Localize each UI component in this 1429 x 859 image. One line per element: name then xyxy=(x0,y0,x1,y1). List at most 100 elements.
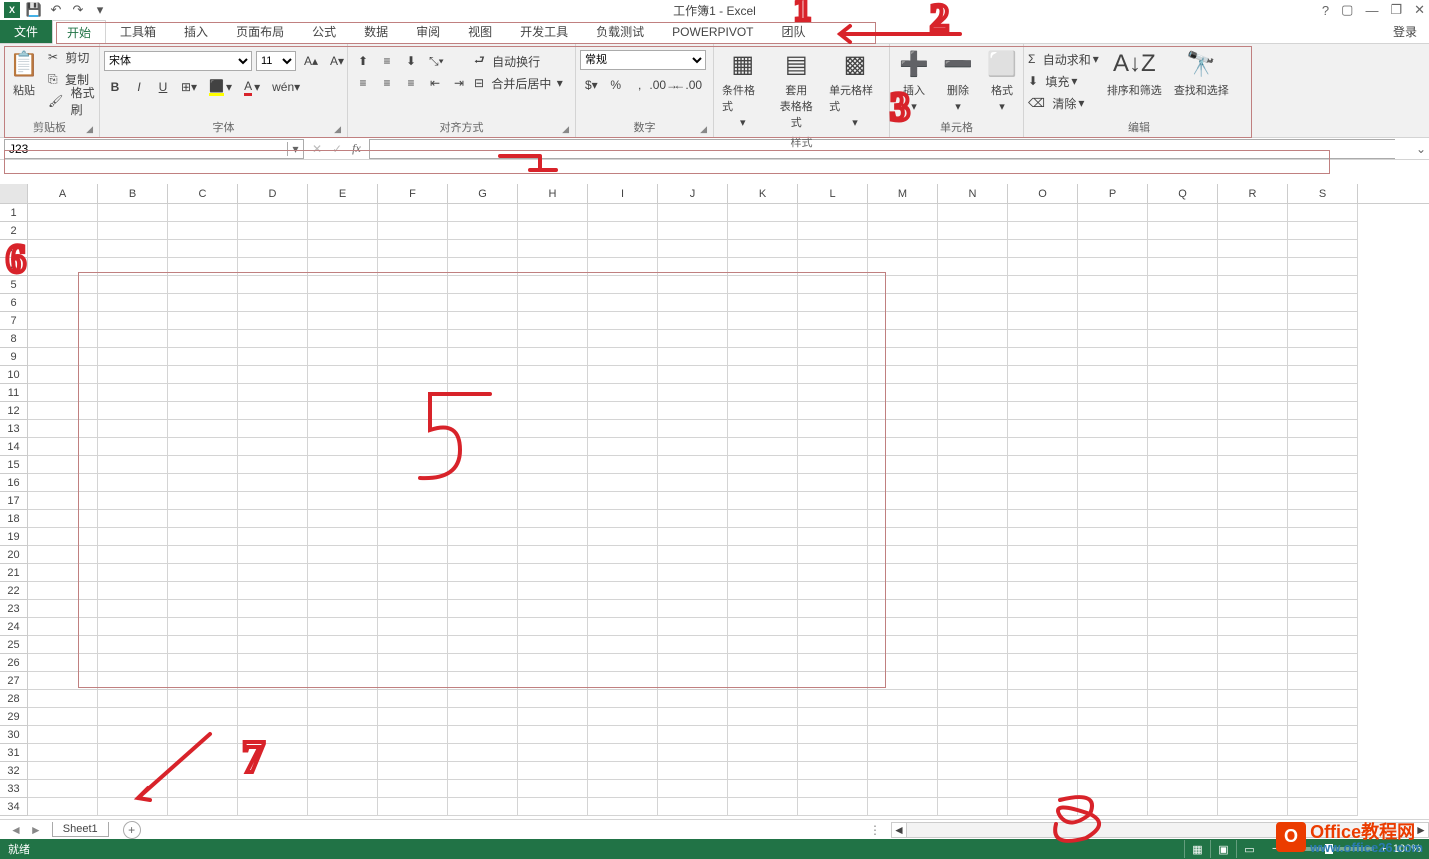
column-header-S[interactable]: S xyxy=(1288,184,1358,203)
cell-B1[interactable] xyxy=(98,204,168,222)
row-header-17[interactable]: 17 xyxy=(0,492,28,510)
cell-R14[interactable] xyxy=(1218,438,1288,456)
cell-A32[interactable] xyxy=(28,762,98,780)
cell-O32[interactable] xyxy=(1008,762,1078,780)
column-header-D[interactable]: D xyxy=(238,184,308,203)
cell-Q31[interactable] xyxy=(1148,744,1218,762)
row-header-31[interactable]: 31 xyxy=(0,744,28,762)
cell-S33[interactable] xyxy=(1288,780,1358,798)
cell-O14[interactable] xyxy=(1008,438,1078,456)
cell-J28[interactable] xyxy=(658,690,728,708)
cell-Q25[interactable] xyxy=(1148,636,1218,654)
cell-I2[interactable] xyxy=(588,222,658,240)
cell-P1[interactable] xyxy=(1078,204,1148,222)
cell-R28[interactable] xyxy=(1218,690,1288,708)
cell-L33[interactable] xyxy=(798,780,868,798)
cell-A1[interactable] xyxy=(28,204,98,222)
cell-P20[interactable] xyxy=(1078,546,1148,564)
cell-H1[interactable] xyxy=(518,204,588,222)
row-header-12[interactable]: 12 xyxy=(0,402,28,420)
cell-D34[interactable] xyxy=(238,798,308,816)
cell-E33[interactable] xyxy=(308,780,378,798)
cell-P21[interactable] xyxy=(1078,564,1148,582)
cell-N10[interactable] xyxy=(938,366,1008,384)
cell-F30[interactable] xyxy=(378,726,448,744)
new-sheet-button[interactable]: + xyxy=(123,821,141,839)
cell-P22[interactable] xyxy=(1078,582,1148,600)
cell-C34[interactable] xyxy=(168,798,238,816)
cell-N12[interactable] xyxy=(938,402,1008,420)
expand-formula-bar[interactable]: ⌄ xyxy=(1413,142,1429,156)
row-header-6[interactable]: 6 xyxy=(0,294,28,312)
cell-E3[interactable] xyxy=(308,240,378,258)
cell-R25[interactable] xyxy=(1218,636,1288,654)
cell-F28[interactable] xyxy=(378,690,448,708)
cell-M33[interactable] xyxy=(868,780,938,798)
cell-O16[interactable] xyxy=(1008,474,1078,492)
cell-P7[interactable] xyxy=(1078,312,1148,330)
cell-S19[interactable] xyxy=(1288,528,1358,546)
minimize-button[interactable]: — xyxy=(1365,3,1378,18)
cell-R17[interactable] xyxy=(1218,492,1288,510)
cell-P27[interactable] xyxy=(1078,672,1148,690)
cell-B34[interactable] xyxy=(98,798,168,816)
row-header-32[interactable]: 32 xyxy=(0,762,28,780)
cell-R15[interactable] xyxy=(1218,456,1288,474)
row-header-7[interactable]: 7 xyxy=(0,312,28,330)
cell-F29[interactable] xyxy=(378,708,448,726)
cell-C31[interactable] xyxy=(168,744,238,762)
cell-L28[interactable] xyxy=(798,690,868,708)
row-header-5[interactable]: 5 xyxy=(0,276,28,294)
cell-A2[interactable] xyxy=(28,222,98,240)
column-header-E[interactable]: E xyxy=(308,184,378,203)
cell-N4[interactable] xyxy=(938,258,1008,276)
qat-save[interactable]: 💾 xyxy=(26,2,42,18)
cell-I33[interactable] xyxy=(588,780,658,798)
cell-N21[interactable] xyxy=(938,564,1008,582)
row-header-30[interactable]: 30 xyxy=(0,726,28,744)
row-header-21[interactable]: 21 xyxy=(0,564,28,582)
cell-Q3[interactable] xyxy=(1148,240,1218,258)
cell-N26[interactable] xyxy=(938,654,1008,672)
cell-Q32[interactable] xyxy=(1148,762,1218,780)
cell-Q8[interactable] xyxy=(1148,330,1218,348)
cell-N15[interactable] xyxy=(938,456,1008,474)
cell-N7[interactable] xyxy=(938,312,1008,330)
cell-B29[interactable] xyxy=(98,708,168,726)
cell-J34[interactable] xyxy=(658,798,728,816)
cell-S6[interactable] xyxy=(1288,294,1358,312)
cell-O20[interactable] xyxy=(1008,546,1078,564)
cell-N33[interactable] xyxy=(938,780,1008,798)
row-header-33[interactable]: 33 xyxy=(0,780,28,798)
ribbon-display-options[interactable]: ▢ xyxy=(1341,2,1353,18)
cell-P28[interactable] xyxy=(1078,690,1148,708)
cell-S29[interactable] xyxy=(1288,708,1358,726)
cell-F3[interactable] xyxy=(378,240,448,258)
cell-F31[interactable] xyxy=(378,744,448,762)
cell-Q26[interactable] xyxy=(1148,654,1218,672)
row-header-24[interactable]: 24 xyxy=(0,618,28,636)
cell-I3[interactable] xyxy=(588,240,658,258)
cell-P11[interactable] xyxy=(1078,384,1148,402)
cell-N28[interactable] xyxy=(938,690,1008,708)
cell-P16[interactable] xyxy=(1078,474,1148,492)
qat-undo[interactable]: ↶ xyxy=(48,2,64,18)
cell-N27[interactable] xyxy=(938,672,1008,690)
cell-P4[interactable] xyxy=(1078,258,1148,276)
tab-file[interactable]: 文件 xyxy=(0,20,52,43)
cell-R12[interactable] xyxy=(1218,402,1288,420)
cell-M29[interactable] xyxy=(868,708,938,726)
cell-N23[interactable] xyxy=(938,600,1008,618)
cell-S14[interactable] xyxy=(1288,438,1358,456)
cell-I30[interactable] xyxy=(588,726,658,744)
cell-L31[interactable] xyxy=(798,744,868,762)
cell-N13[interactable] xyxy=(938,420,1008,438)
cell-B32[interactable] xyxy=(98,762,168,780)
cell-K31[interactable] xyxy=(728,744,798,762)
row-header-20[interactable]: 20 xyxy=(0,546,28,564)
cell-Q7[interactable] xyxy=(1148,312,1218,330)
cell-O15[interactable] xyxy=(1008,456,1078,474)
cell-K1[interactable] xyxy=(728,204,798,222)
cell-S15[interactable] xyxy=(1288,456,1358,474)
cell-N6[interactable] xyxy=(938,294,1008,312)
